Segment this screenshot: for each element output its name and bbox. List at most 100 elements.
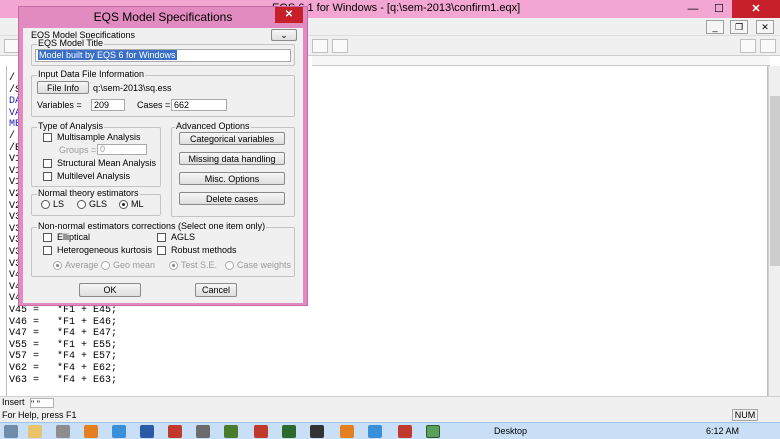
editor-line[interactable]: V47 = *F4 + E47; — [9, 328, 117, 339]
app-icon[interactable] — [224, 425, 238, 438]
variables-label: Variables = — [37, 100, 82, 110]
mdi-close-button[interactable]: ✕ — [756, 20, 774, 34]
elliptical-checkbox[interactable] — [43, 233, 52, 242]
acrobat-icon[interactable] — [254, 425, 268, 438]
ls-label: LS — [53, 199, 65, 209]
ml-radio[interactable] — [119, 200, 128, 209]
input-file-group-label: Input Data File Information — [37, 69, 146, 79]
gls-label: GLS — [89, 199, 108, 209]
firefox-icon[interactable] — [84, 425, 98, 438]
status-bar: For Help, press F1 NUM — [0, 408, 780, 422]
chrome-icon[interactable] — [340, 425, 354, 438]
normal-theory-label: Normal theory estimators — [37, 188, 140, 198]
structural-mean-checkbox[interactable] — [43, 159, 52, 168]
structural-mean-label: Structural Mean Analysis — [57, 158, 157, 168]
ml-label: ML — [131, 199, 144, 209]
agls-checkbox[interactable] — [157, 233, 166, 242]
advanced-options-label: Advanced Options — [175, 121, 251, 131]
insert-bar: Insert " " — [0, 396, 780, 409]
scrollbar-thumb[interactable] — [770, 96, 780, 266]
taskbar: Desktop 6:12 AM — [0, 422, 780, 439]
heterogeneous-kurtosis-label: Heterogeneous kurtosis — [57, 245, 153, 255]
multisample-label: Multisample Analysis — [57, 132, 141, 142]
robust-methods-label: Robust methods — [171, 245, 237, 255]
editor-line[interactable]: V55 = *F1 + E55; — [9, 340, 117, 351]
groups-label: Groups = — [59, 145, 97, 155]
app-icon[interactable] — [196, 425, 210, 438]
app-icon[interactable] — [56, 425, 70, 438]
misc-options-button[interactable]: Misc. Options — [179, 172, 285, 185]
test-se-radio[interactable] — [169, 261, 178, 270]
maximize-button[interactable]: ☐ — [706, 0, 732, 18]
file-path: q:\sem-2013\sq.ess — [93, 83, 172, 93]
chevron-down-icon: ⌄ — [280, 30, 288, 40]
variables-input[interactable]: 209 — [91, 99, 125, 111]
insert-field[interactable]: " " — [30, 398, 54, 409]
app-close-button[interactable]: ✕ — [732, 0, 780, 18]
acrobat-icon[interactable] — [398, 425, 412, 438]
ls-radio[interactable] — [41, 200, 50, 209]
start-icon[interactable] — [4, 425, 18, 438]
heterogeneous-kurtosis-checkbox[interactable] — [43, 246, 52, 255]
editor-line[interactable]: / — [9, 131, 15, 142]
ie-icon[interactable] — [112, 425, 126, 438]
delete-cases-button[interactable]: Delete cases — [179, 192, 285, 205]
average-radio[interactable] — [53, 261, 62, 270]
dialog-title: EQS Model Specifications — [93, 10, 233, 24]
non-normal-label: Non-normal estimators corrections (Selec… — [37, 221, 267, 231]
model-title-group-label: EQS Model Title — [37, 38, 105, 48]
num-lock-indicator: NUM — [732, 409, 758, 421]
folder-icon[interactable] — [28, 425, 42, 438]
editor-line[interactable]: V57 = *F4 + E57; — [9, 351, 117, 362]
ok-button[interactable]: OK — [79, 283, 141, 297]
dropdown-button[interactable]: ⌄ — [271, 29, 297, 41]
app-window-title: EQS 6.1 for Windows - [q:\sem-2013\confi… — [272, 2, 521, 14]
gls-radio[interactable] — [77, 200, 86, 209]
clock: 6:12 AM — [706, 426, 740, 436]
editor-line[interactable]: / — [9, 73, 15, 84]
desktop-label[interactable]: Desktop — [494, 426, 527, 436]
app-icon[interactable] — [168, 425, 182, 438]
app-icon[interactable] — [282, 425, 296, 438]
dialog-close-button[interactable]: ✕ — [275, 7, 303, 23]
model-title-value: Model built by EQS 6 for Windows — [38, 50, 177, 60]
multisample-checkbox[interactable] — [43, 133, 52, 142]
model-specifications-dialog: EQS Model Specifications ✕ EQS Model Spe… — [18, 6, 308, 306]
elliptical-label: Elliptical — [57, 232, 91, 242]
multilevel-checkbox[interactable] — [43, 172, 52, 181]
geo-mean-label: Geo mean — [113, 260, 156, 270]
minimize-button[interactable]: — — [680, 0, 706, 18]
dialog-title-bar[interactable]: EQS Model Specifications ✕ — [19, 7, 307, 25]
case-weights-radio[interactable] — [225, 261, 234, 270]
vertical-scrollbar[interactable] — [768, 66, 780, 396]
missing-data-button[interactable]: Missing data handling — [179, 152, 285, 165]
cancel-button[interactable]: Cancel — [195, 283, 237, 297]
toolbar-slot[interactable] — [760, 39, 776, 53]
app-icon[interactable] — [368, 425, 382, 438]
groups-input[interactable]: 0 — [97, 144, 147, 155]
help-text: For Help, press F1 — [2, 410, 77, 420]
cases-label: Cases = — [137, 100, 171, 110]
editor-line[interactable]: V46 = *F1 + E46; — [9, 317, 117, 328]
editor-line[interactable]: V45 = *F1 + E45; — [9, 305, 117, 316]
model-title-input[interactable]: Model built by EQS 6 for Windows — [35, 49, 291, 62]
eqs-icon[interactable] — [426, 425, 440, 438]
toolbar-slot[interactable] — [332, 39, 348, 53]
categorical-variables-button[interactable]: Categorical variables — [179, 132, 285, 145]
insert-label: Insert — [2, 397, 25, 407]
cases-input[interactable]: 662 — [171, 99, 227, 111]
app-icon[interactable] — [310, 425, 324, 438]
toolbar-slot[interactable] — [740, 39, 756, 53]
word-icon[interactable] — [140, 425, 154, 438]
editor-line[interactable]: V63 = *F4 + E63; — [9, 375, 117, 386]
mdi-minimize-button[interactable]: _ — [706, 20, 724, 34]
case-weights-label: Case weights — [237, 260, 292, 270]
editor-line[interactable]: V62 = *F4 + E62; — [9, 363, 117, 374]
toolbar-slot[interactable] — [312, 39, 328, 53]
geo-mean-radio[interactable] — [101, 261, 110, 270]
test-se-label: Test S.E. — [181, 260, 218, 270]
file-info-button[interactable]: File Info — [37, 81, 89, 94]
mdi-restore-button[interactable]: ❐ — [730, 20, 748, 34]
average-label: Average — [65, 260, 99, 270]
robust-methods-checkbox[interactable] — [157, 246, 166, 255]
